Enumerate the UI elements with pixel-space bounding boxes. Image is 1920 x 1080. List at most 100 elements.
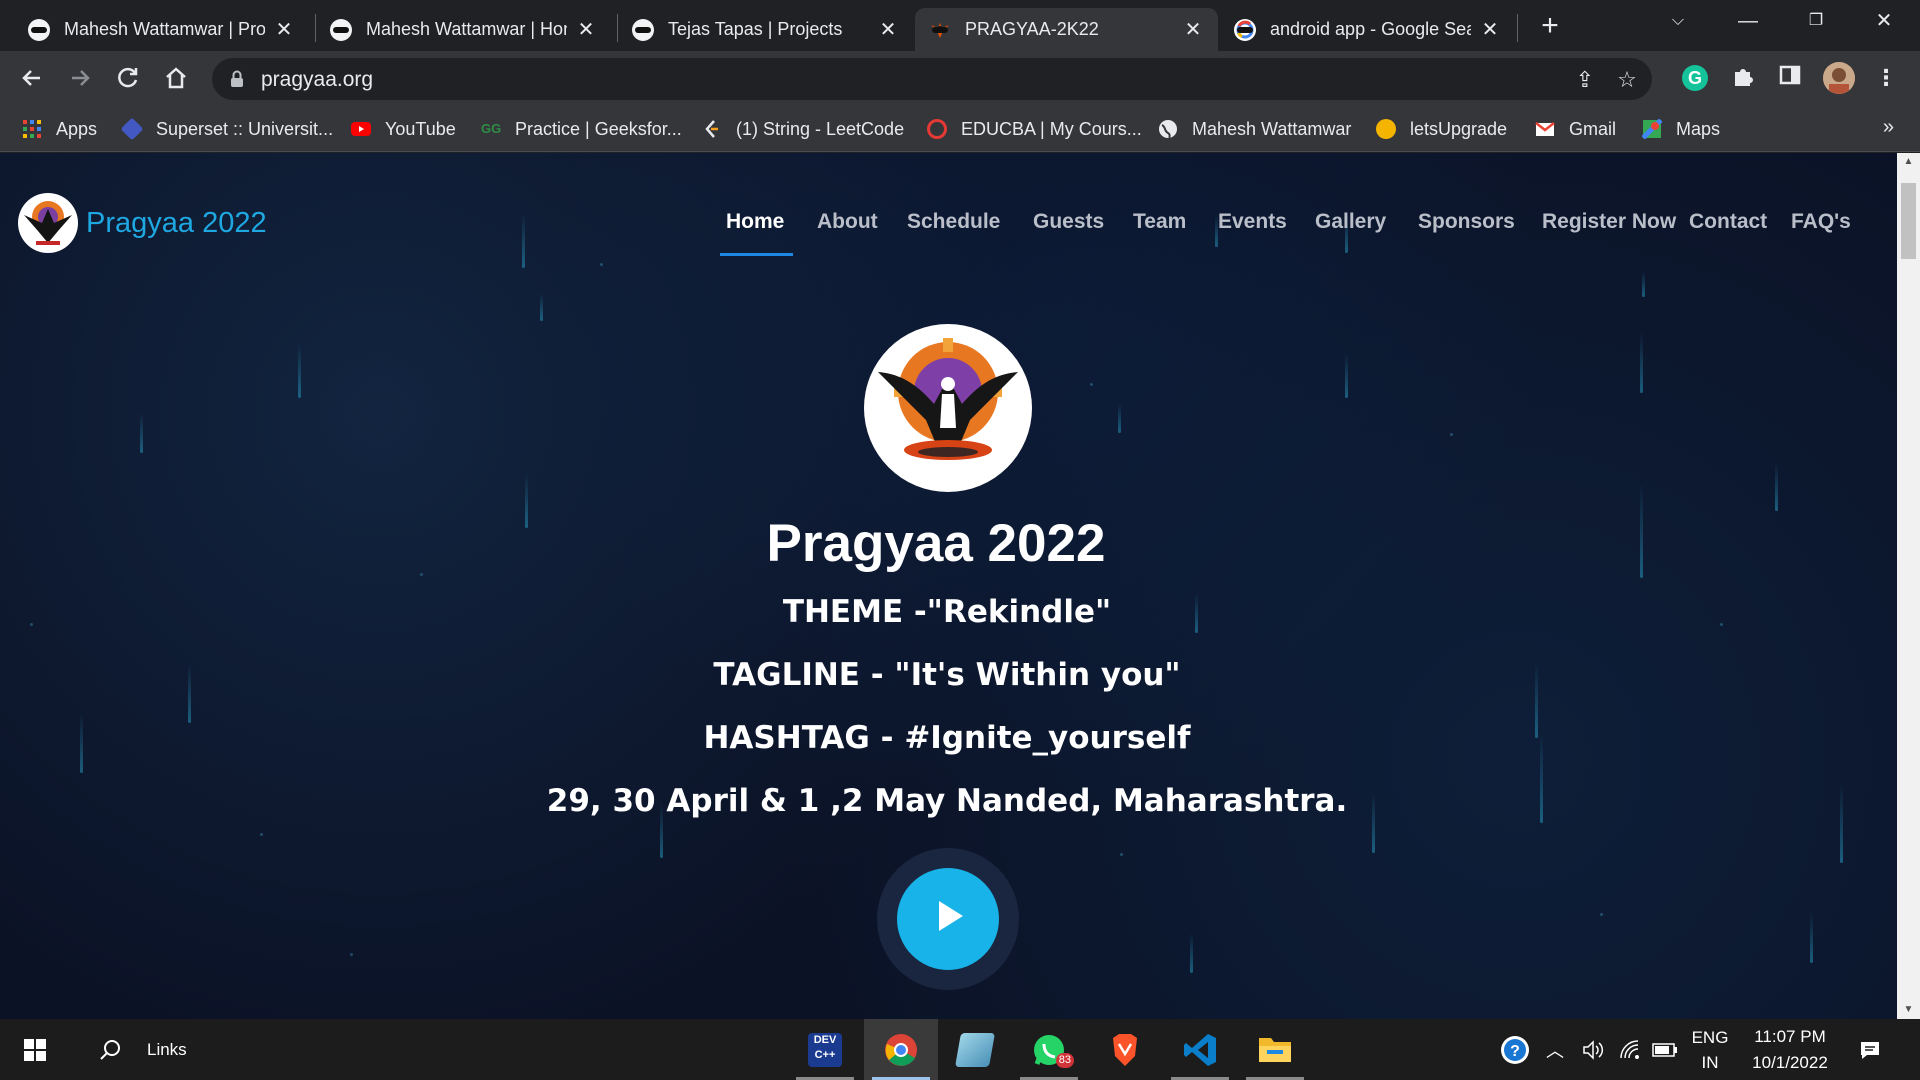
wifi-icon[interactable] (1615, 1019, 1645, 1080)
active-nav-indicator (720, 253, 793, 256)
taskbar-app-devcpp[interactable]: DEV C++ (788, 1019, 862, 1080)
pragyaa-logo (18, 193, 78, 253)
nav-home[interactable]: Home (726, 210, 784, 234)
taskbar-search-label[interactable]: Links (147, 1019, 187, 1080)
site-brand[interactable]: Pragyaa 2022 (18, 193, 267, 253)
tab-title: android app - Google Sea (1270, 19, 1471, 39)
nav-about[interactable]: About (817, 210, 878, 234)
extensions-puzzle-icon[interactable] (1728, 63, 1758, 93)
url-text[interactable]: pragyaa.org (261, 68, 373, 92)
grammarly-extension-icon[interactable]: G (1682, 65, 1708, 91)
svg-text:?: ? (1510, 1043, 1520, 1060)
language-indicator[interactable]: ENG IN (1690, 1019, 1730, 1080)
close-tab-icon[interactable]: ✕ (575, 17, 597, 42)
restore-button[interactable]: ❐ (1786, 0, 1846, 42)
battery-icon[interactable] (1650, 1019, 1680, 1080)
nav-contact[interactable]: Contact (1689, 210, 1767, 234)
taskbar-app-brave[interactable] (1088, 1019, 1162, 1080)
back-button[interactable] (15, 61, 49, 95)
nav-schedule[interactable]: Schedule (907, 210, 1000, 234)
taskbar-app-whatsapp[interactable]: 83 (1012, 1019, 1086, 1080)
reload-button[interactable] (111, 61, 145, 95)
bookmark-educba[interactable]: EDUCBA | My Cours... (927, 116, 1142, 142)
browser-tab[interactable]: Tejas Tapas | Projects ✕ (618, 8, 913, 51)
nav-sponsors[interactable]: Sponsors (1418, 210, 1515, 234)
browser-tab[interactable]: Mahesh Wattamwar | Hon ✕ (316, 8, 611, 51)
bookmark-apps[interactable]: Apps (22, 116, 97, 142)
share-icon[interactable]: ⇪ (1572, 67, 1598, 93)
nav-team[interactable]: Team (1133, 210, 1186, 234)
chrome-icon (885, 1033, 917, 1066)
hero-dates: 29, 30 April & 1 ,2 May Nanded, Maharash… (546, 783, 1348, 819)
taskbar-app-chrome[interactable] (864, 1019, 938, 1080)
hero-hashtag: HASHTAG - #Ignite_yourself (703, 720, 1191, 756)
bookmarks-overflow-button[interactable]: » (1883, 116, 1894, 139)
bookmark-label: Maps (1676, 118, 1721, 139)
scrollbar-thumb[interactable] (1901, 183, 1916, 259)
taskbar-app-vscode[interactable] (1163, 1019, 1237, 1080)
close-tab-icon[interactable]: ✕ (1182, 17, 1204, 42)
taskbar-search-button[interactable] (90, 1019, 130, 1080)
new-tab-button[interactable]: + (1535, 8, 1565, 44)
scroll-down-arrow-icon[interactable]: ▼ (1897, 1001, 1920, 1019)
site-brand-name: Pragyaa 2022 (86, 206, 267, 239)
bookmark-mahesh[interactable]: Mahesh Wattamwar (1158, 116, 1351, 142)
bookmark-geeksforgeeks[interactable]: GG Practice | Geeksfor... (481, 116, 682, 142)
folder-icon (1259, 1037, 1291, 1062)
web-page: Pragyaa 2022 Home About Schedule Guests … (0, 153, 1897, 1019)
clock[interactable]: 11:07 PM 10/1/2022 (1740, 1019, 1840, 1080)
hero-theme: THEME -"Rekindle" (782, 594, 1112, 630)
scroll-up-arrow-icon[interactable]: ▲ (1897, 153, 1920, 171)
tab-search-icon[interactable]: ⌵ (1648, 0, 1708, 42)
taskbar-app-file-explorer[interactable] (1238, 1019, 1312, 1080)
play-icon (939, 901, 963, 931)
tab-title: PRAGYAA-2K22 (965, 19, 1099, 39)
bookmark-letsupgrade[interactable]: letsUpgrade (1376, 116, 1507, 142)
nav-events[interactable]: Events (1218, 210, 1287, 234)
bookmark-superset[interactable]: Superset :: Universit... (120, 116, 333, 142)
taskbar-app-notes[interactable] (938, 1019, 1012, 1080)
close-window-button[interactable]: ✕ (1854, 0, 1914, 42)
close-tab-icon[interactable]: ✕ (1479, 17, 1501, 42)
nav-gallery[interactable]: Gallery (1315, 210, 1386, 234)
bookmark-label: YouTube (385, 118, 456, 139)
nav-faqs[interactable]: FAQ's (1791, 210, 1851, 234)
tab-favicon-icon (28, 18, 50, 41)
home-button[interactable] (159, 61, 193, 95)
nav-register-now[interactable]: Register Now (1542, 210, 1676, 234)
address-bar[interactable]: pragyaa.org ⇪ ☆ (212, 58, 1652, 100)
google-favicon-icon (1234, 18, 1256, 41)
close-tab-icon[interactable]: ✕ (273, 17, 295, 42)
bookmark-gmail[interactable]: Gmail (1535, 116, 1616, 142)
clock-date: 10/1/2022 (1752, 1053, 1828, 1072)
bookmark-leetcode[interactable]: (1) String - LeetCode (702, 116, 904, 142)
forward-button[interactable] (63, 61, 97, 95)
play-video-button[interactable] (897, 868, 999, 970)
search-icon (100, 1039, 120, 1060)
browser-tab[interactable]: android app - Google Sea ✕ (1220, 8, 1515, 51)
browser-tab-active[interactable]: PRAGYAA-2K22 ✕ (915, 8, 1218, 51)
help-tray-icon[interactable]: ? (1497, 1019, 1533, 1080)
lock-icon[interactable] (230, 70, 244, 88)
browser-menu-icon[interactable]: ⋮ (1871, 63, 1901, 93)
notification-center-icon[interactable] (1850, 1019, 1890, 1080)
bookmarks-bar: Apps Superset :: Universit... YouTube GG… (0, 106, 1920, 152)
browser-tab[interactable]: Mahesh Wattamwar | Proj ✕ (14, 8, 309, 51)
bookmark-youtube[interactable]: YouTube (351, 116, 456, 142)
volume-icon[interactable] (1578, 1019, 1608, 1080)
bookmark-star-icon[interactable]: ☆ (1614, 67, 1640, 93)
bookmark-label: EDUCBA | My Cours... (961, 118, 1142, 139)
windows-taskbar: Links DEV C++ 83 ? ︿ ENG IN 11:07 PM 10/1… (0, 1019, 1920, 1080)
nav-guests[interactable]: Guests (1033, 210, 1104, 234)
bookmark-maps[interactable]: Maps (1642, 116, 1720, 142)
page-scrollbar[interactable]: ▲ ▼ (1897, 153, 1920, 1019)
youtube-icon (351, 122, 371, 136)
minimize-button[interactable]: — (1718, 0, 1778, 42)
side-panel-icon[interactable] (1775, 63, 1805, 93)
profile-avatar[interactable] (1823, 62, 1855, 94)
show-hidden-icons-chevron-icon[interactable]: ︿ (1540, 1019, 1570, 1080)
bookmark-label: Apps (56, 118, 98, 139)
educba-icon (927, 119, 947, 139)
close-tab-icon[interactable]: ✕ (877, 17, 899, 42)
start-button[interactable] (0, 1019, 70, 1080)
